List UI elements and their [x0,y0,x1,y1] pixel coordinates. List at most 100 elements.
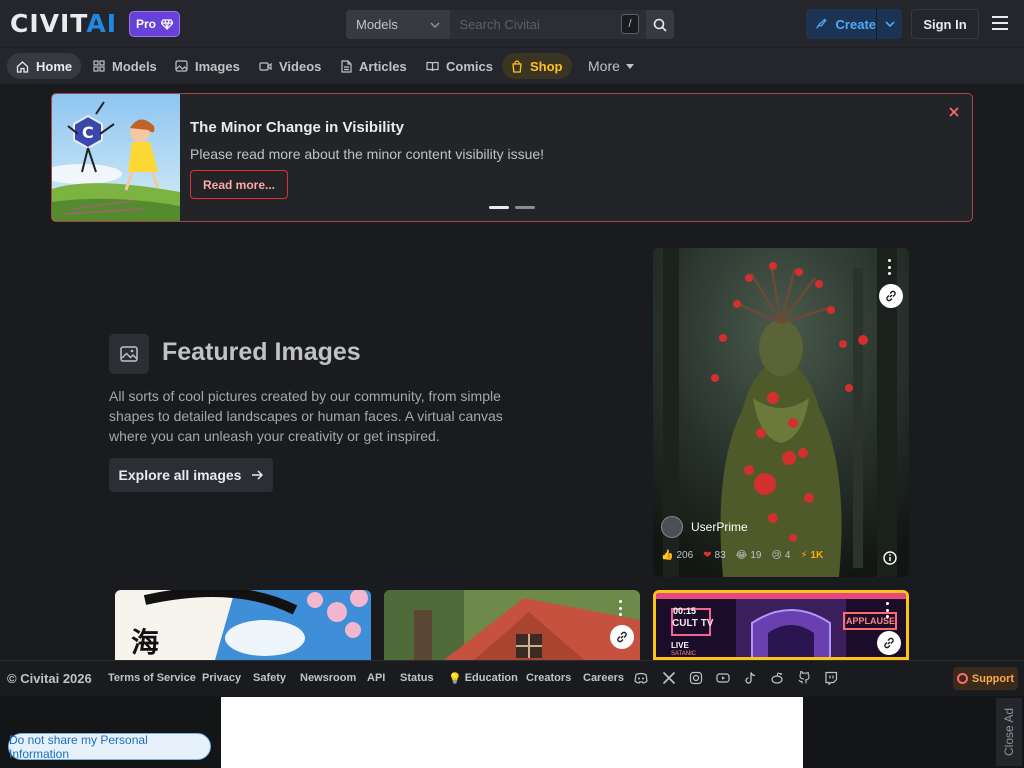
remix-button[interactable] [879,284,903,308]
svg-text:C: C [82,123,94,142]
grid-icon [93,60,105,72]
image-icon [175,60,188,72]
image-card[interactable] [384,590,640,660]
banner-title: The Minor Change in Visibility [190,119,404,136]
youtube-icon[interactable] [716,671,730,685]
reaction-heart[interactable]: ❤ 83 [703,550,726,561]
carousel-dot[interactable] [515,206,535,209]
create-dropdown-toggle[interactable] [877,21,902,27]
cry-icon: 😢 [771,550,782,561]
nav-images[interactable]: Images [166,53,249,79]
info-icon[interactable] [883,551,897,565]
ad-slot[interactable] [221,697,803,768]
sub-label: SATANIC [671,651,697,657]
search-icon [653,18,667,32]
banner-text: Please read more about the minor content… [190,146,545,162]
video-card[interactable]: 00:15 CULT TV LIVE SATANIC APPLAUSE [653,590,909,660]
video-timestamp: 00:15 [673,606,697,616]
footer-link-careers[interactable]: Careers [583,672,624,684]
nav-articles[interactable]: Articles [332,53,416,79]
link-icon [617,631,627,643]
card-username: UserPrime [691,520,748,534]
explore-all-images-button[interactable]: Explore all images [109,458,273,492]
link-icon [884,637,894,649]
pro-label: Pro [135,17,156,31]
buzz-tips[interactable]: ⚡ 1K [800,550,823,561]
footer-link-safety[interactable]: Safety [253,672,286,684]
file-text-icon [341,59,352,73]
more-options-icon[interactable] [887,259,891,275]
remix-button[interactable] [610,625,634,649]
laugh-icon: 😂 [735,550,748,561]
reaction-cry[interactable]: 😢 4 [771,550,790,561]
pro-badge[interactable]: Pro [129,11,180,37]
nav-home[interactable]: Home [7,53,82,79]
diamond-icon [161,18,173,30]
footer-link-terms[interactable]: Terms of Service [108,672,196,684]
read-more-button[interactable]: Read more... [190,170,288,199]
image-icon [120,346,138,362]
home-icon [16,60,29,73]
heart-icon: ❤ [703,550,712,561]
featured-image-card[interactable]: UserPrime 👍 206 ❤ 83 😂 19 😢 4 ⚡ 1K [653,248,909,577]
thumbs-up-icon: 👍 [661,550,674,561]
neon-title: CULT TV [672,618,714,629]
civitai-logo[interactable]: CIVITAI [10,11,117,37]
reddit-icon[interactable] [770,671,784,685]
bolt-icon: ⚡ [800,550,808,561]
do-not-share-button[interactable]: Do not share my Personal Information [8,733,211,761]
book-icon [426,61,439,71]
github-icon[interactable] [797,671,811,685]
more-options-icon[interactable] [618,600,622,616]
nav-models[interactable]: Models [84,53,166,79]
carousel-dot-active[interactable] [489,206,509,209]
search-type-select[interactable]: Models [346,10,450,39]
footer-link-creators[interactable]: Creators [526,672,571,684]
copyright-text: © Civitai 2026 [7,671,92,686]
card-image: 海 [115,590,371,660]
video-icon [259,61,272,71]
support-button[interactable]: Support [953,667,1018,690]
hamburger-menu-icon[interactable] [991,15,1009,31]
reaction-laugh[interactable]: 😂 19 [736,550,762,561]
featured-images-icon-box [109,334,149,374]
link-icon [886,290,896,302]
footer-link-education[interactable]: 💡 Education [448,672,518,685]
featured-images-title: Featured Images [162,338,361,366]
x-twitter-icon[interactable] [662,671,676,685]
sign-in-button[interactable]: Sign In [911,9,979,39]
arrow-right-icon [252,470,264,480]
image-card[interactable]: 海 [115,590,371,660]
nav-videos[interactable]: Videos [250,53,330,79]
chevron-down-icon [884,21,895,27]
more-options-icon[interactable] [885,602,889,618]
twitch-icon[interactable] [824,671,838,685]
instagram-icon[interactable] [689,671,703,685]
announcement-banner: C The Minor Change in Visibility Please … [51,93,973,222]
search-input[interactable] [449,10,646,39]
shopping-bag-icon [512,59,522,73]
top-header: CIVITAI Pro Models / Create Sign In [0,0,1024,47]
footer-link-newsroom[interactable]: Newsroom [300,672,356,684]
create-button[interactable]: Create [806,9,902,39]
search-shortcut-key: / [621,14,639,34]
close-ad-button[interactable]: Close Ad [996,698,1022,766]
tiktok-icon[interactable] [743,671,757,685]
lifebuoy-icon [956,673,968,684]
remix-button[interactable] [877,631,901,655]
reaction-like[interactable]: 👍 206 [661,550,693,561]
nav-more-dropdown[interactable]: More [588,53,634,79]
discord-icon[interactable] [634,671,648,685]
banner-illustration: C [52,94,180,221]
footer-link-status[interactable]: Status [400,672,434,684]
card-user[interactable]: UserPrime [661,516,748,538]
footer: © Civitai 2026 Terms of Service Privacy … [0,660,1024,696]
footer-link-privacy[interactable]: Privacy [202,672,241,684]
nav-comics[interactable]: Comics [417,53,502,79]
close-icon[interactable] [947,105,961,119]
footer-link-api[interactable]: API [367,672,385,684]
search-button[interactable] [645,10,674,39]
brush-icon [816,18,827,29]
live-label: LIVE [671,641,689,650]
nav-shop[interactable]: Shop [502,53,572,79]
